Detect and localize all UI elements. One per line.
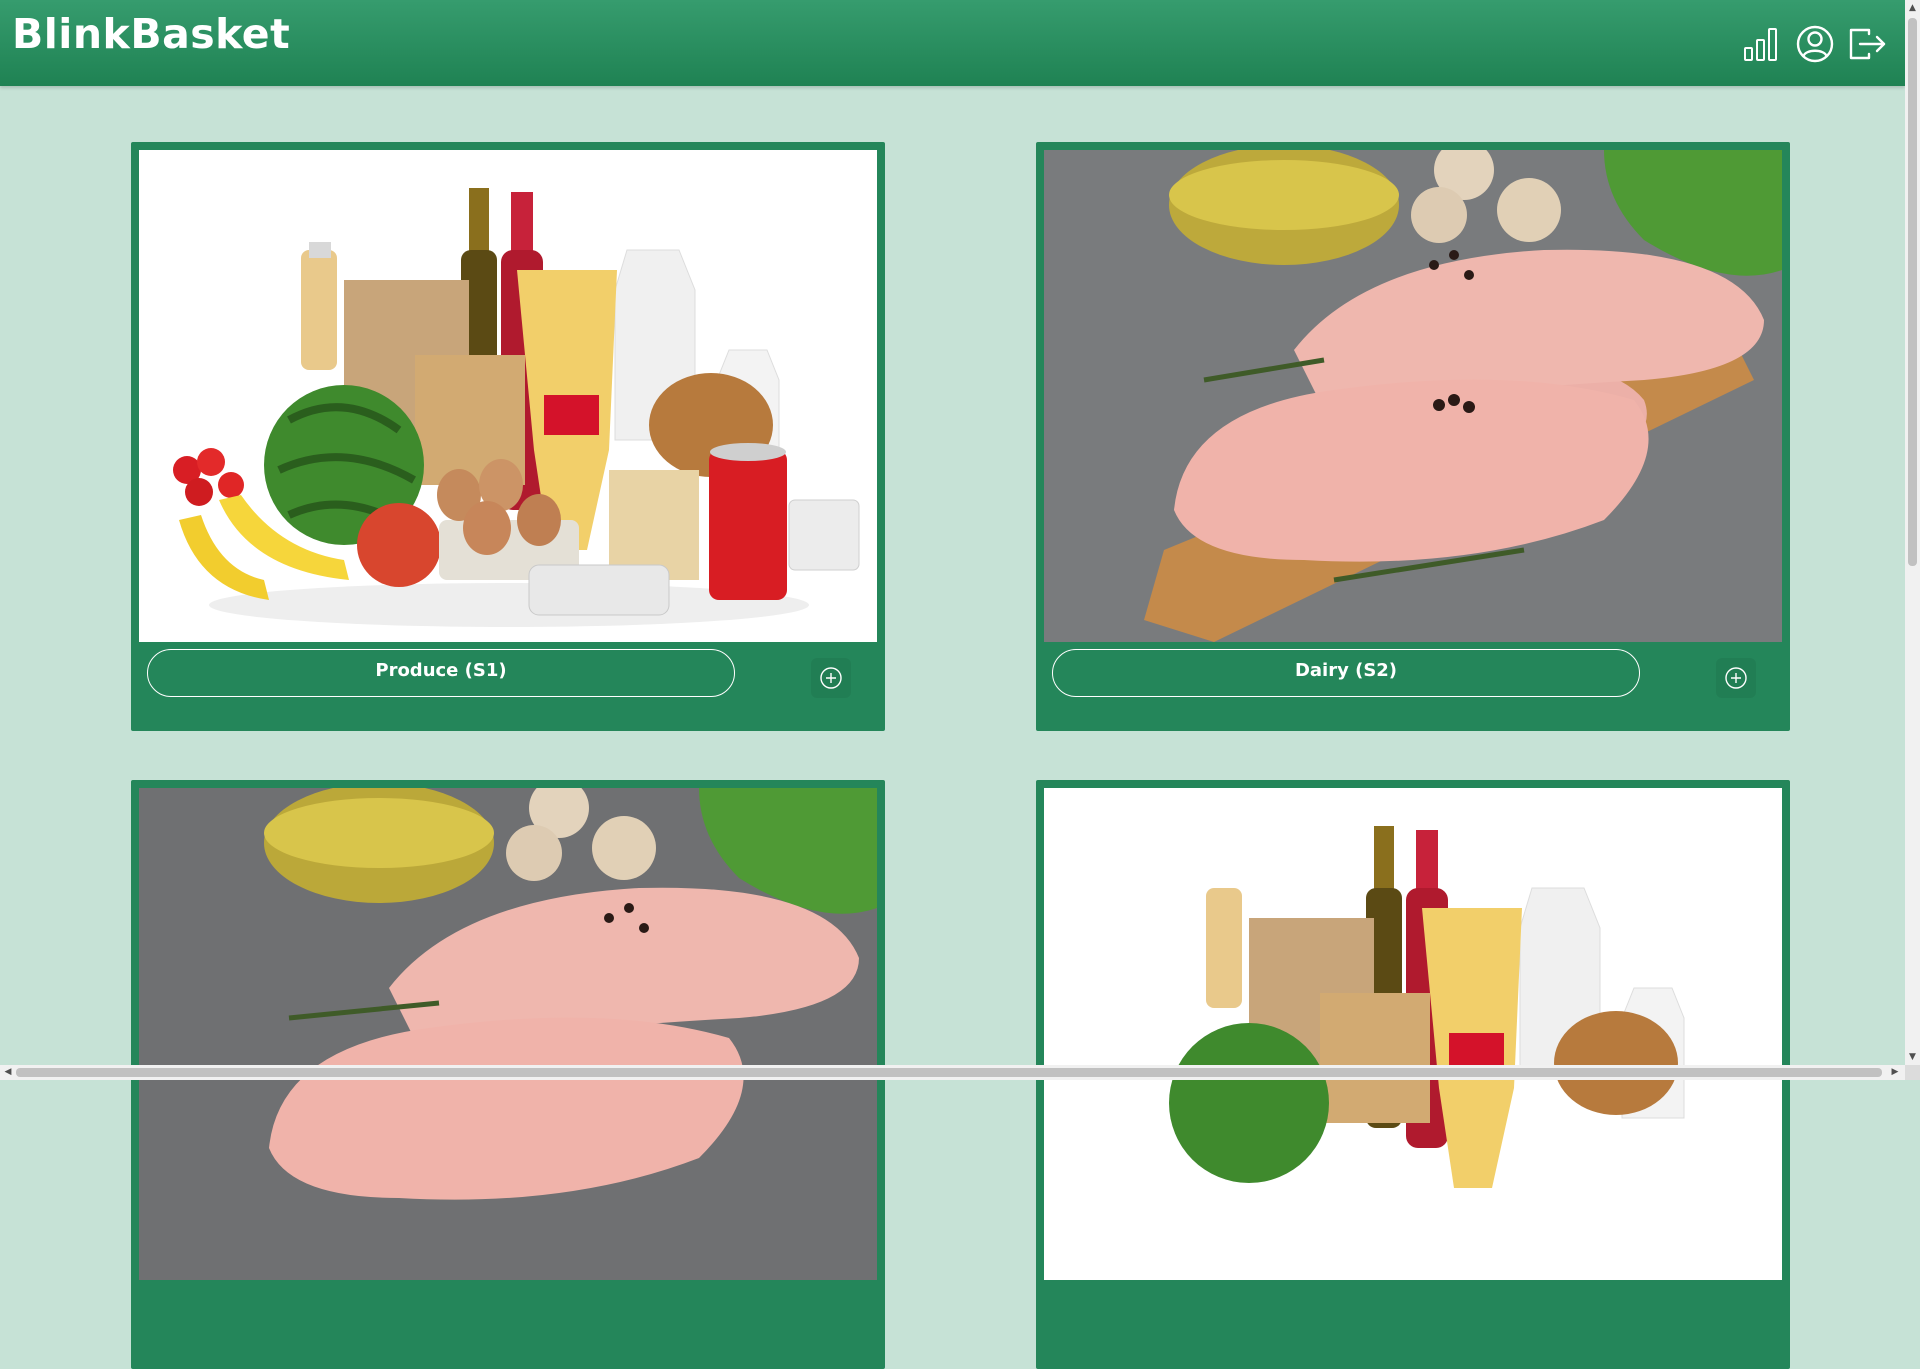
add-to-cart-button[interactable] [1716,658,1756,698]
horizontal-scroll-thumb[interactable] [16,1068,1882,1077]
scroll-left-icon[interactable]: ◀ [2,1066,14,1079]
bar-chart-icon[interactable] [1741,24,1781,64]
plus-circle-icon [820,667,842,689]
scroll-up-icon[interactable]: ▲ [1907,2,1918,14]
user-account-icon[interactable] [1795,24,1835,64]
category-label: Produce (S1) [375,660,507,681]
category-card: Produce (S1) [131,142,885,731]
category-button[interactable]: Produce (S1) [147,649,735,697]
add-to-cart-button[interactable] [811,658,851,698]
logout-icon[interactable] [1847,24,1887,64]
scrollbar-corner [1905,1065,1920,1080]
scroll-down-icon[interactable]: ▼ [1907,1051,1918,1063]
vertical-scrollbar[interactable]: ▲ ▼ [1905,0,1920,1080]
raw-chicken-breast-photo[interactable] [1044,150,1782,642]
category-button[interactable]: Dairy (S2) [1052,649,1640,697]
grocery-assortment-photo[interactable] [1044,788,1782,1280]
brand-logo[interactable]: BlinkBasket [12,10,290,58]
horizontal-scrollbar[interactable]: ◀ ▶ [0,1065,1905,1080]
raw-chicken-breast-photo[interactable] [139,788,877,1280]
scroll-right-icon[interactable]: ▶ [1889,1066,1901,1079]
category-card: Dairy (S2) [1036,142,1790,731]
category-label: Dairy (S2) [1294,660,1398,681]
top-navbar: BlinkBasket [0,0,1905,86]
plus-circle-icon [1725,667,1747,689]
vertical-scroll-thumb[interactable] [1908,18,1917,566]
grocery-assortment-photo[interactable] [139,150,877,642]
